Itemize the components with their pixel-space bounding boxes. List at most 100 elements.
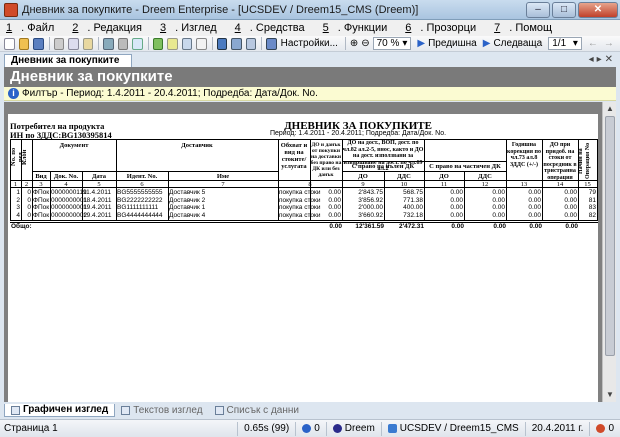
- save-icon[interactable]: [33, 37, 44, 50]
- tab-controls[interactable]: ◂▸✕: [589, 54, 616, 65]
- table-cell: 0.00: [528, 189, 541, 196]
- header-part-dds: ДДС: [478, 173, 492, 180]
- table-cell: BG1111111111: [117, 204, 159, 211]
- graphic-view-icon: [11, 405, 20, 415]
- table-cell: 0.00: [492, 189, 505, 196]
- header-document: Документ: [59, 142, 89, 149]
- zoom-icon[interactable]: ⊕: [350, 38, 358, 49]
- tab-text-view[interactable]: Текстов изглед: [115, 404, 208, 417]
- column-number: 14: [556, 181, 564, 188]
- toolbar-separator: [211, 37, 213, 50]
- table-cell: 0.00: [492, 211, 505, 219]
- prev-page-button[interactable]: Предишна: [428, 38, 477, 49]
- open-icon[interactable]: [18, 37, 30, 50]
- table-cell: 0.00: [450, 196, 463, 204]
- table-cell: 0000000001: [51, 204, 88, 211]
- header-no-dk: ДО и данък от покупки на доставки без пр…: [310, 142, 342, 178]
- scroll-up-icon[interactable]: ▲: [605, 104, 615, 114]
- toolbar-separator: [98, 37, 99, 50]
- refresh-icon[interactable]: [152, 37, 164, 50]
- paste-icon[interactable]: [82, 37, 94, 50]
- filter-text: Филтър - Период: 1.4.2011 - 20.4.2011; П…: [22, 88, 318, 99]
- table-cell: 0.00: [564, 204, 577, 211]
- table-cell: 2: [16, 196, 20, 204]
- table-cell: 0.00: [564, 189, 577, 196]
- table-cell: 0.00: [328, 211, 341, 219]
- table-icon[interactable]: [231, 37, 242, 50]
- tab-data-list[interactable]: Списък с данни: [209, 404, 305, 417]
- back-arrow-icon[interactable]: ←: [588, 38, 598, 49]
- total-cell: Общо:: [11, 223, 32, 230]
- undo-icon[interactable]: [103, 37, 114, 50]
- next-page-button[interactable]: Следваща: [493, 38, 542, 49]
- menu-help[interactable]: 7. Помощ: [494, 22, 561, 34]
- column-number: 5: [97, 181, 101, 188]
- minimize-button[interactable]: –: [526, 1, 550, 18]
- close-button[interactable]: ✕: [578, 1, 618, 18]
- table-cell: 0.00: [328, 196, 341, 204]
- text-view-icon: [121, 406, 131, 415]
- report-viewer[interactable]: Потребител на продукта ИН по ЗДДС:BG1303…: [4, 102, 616, 402]
- window-title: Дневник за покупките - Dreem Enterprise …: [22, 3, 419, 16]
- zoom-out-icon[interactable]: ⊖: [361, 38, 369, 49]
- table-cell: 3'856.92: [358, 196, 383, 204]
- menu-functions[interactable]: 5. Функции: [323, 22, 397, 34]
- total-cell: 0.00: [493, 223, 506, 230]
- toolbar-separator: [48, 37, 50, 50]
- column-number: 12: [481, 181, 489, 188]
- next-page-icon[interactable]: ▶: [483, 38, 491, 49]
- table-cell: 19.4.2011: [83, 204, 112, 211]
- maximize-button[interactable]: □: [552, 1, 576, 18]
- header-date: Дата: [91, 173, 107, 180]
- status-count: 0: [295, 421, 326, 436]
- table-cell: 0000000001: [51, 196, 88, 204]
- header-type: Вид: [35, 173, 47, 180]
- menu-file[interactable]: 1. Файл: [6, 22, 63, 34]
- scroll-thumb[interactable]: [605, 116, 615, 356]
- app-icon: [4, 2, 18, 17]
- menu-tools[interactable]: 4. Средства: [235, 22, 314, 34]
- table-cell: Доставчик 1: [169, 204, 206, 211]
- server-icon: [387, 424, 397, 433]
- header-operation: Начин на Операция No: [578, 142, 591, 180]
- new-icon[interactable]: [4, 37, 15, 50]
- window-titlebar: Дневник за покупките - Dreem Enterprise …: [0, 0, 620, 20]
- settings-icon[interactable]: [266, 37, 277, 50]
- menu-view[interactable]: 3. Изглед: [160, 22, 226, 34]
- column-number: 10: [400, 181, 408, 188]
- filter-icon[interactable]: [167, 37, 178, 50]
- columns-icon[interactable]: [245, 37, 257, 50]
- column-number: 11: [440, 181, 448, 188]
- table-cell: 0000000002: [51, 211, 88, 219]
- page-select[interactable]: 1/1 ▾: [548, 37, 582, 50]
- vertical-scrollbar[interactable]: ▲ ▼: [602, 102, 616, 402]
- cut-icon[interactable]: [53, 37, 65, 50]
- page-icon[interactable]: [196, 37, 207, 50]
- table-cell: Доставчик 4: [169, 211, 206, 219]
- chart-icon[interactable]: [216, 37, 228, 50]
- table-cell: ФПок: [33, 211, 50, 219]
- settings-button[interactable]: Настройки...: [281, 38, 338, 49]
- table-cell: 732.18: [403, 211, 423, 219]
- preview-icon[interactable]: [132, 37, 143, 50]
- page-title: Дневник за покупките: [4, 67, 616, 87]
- report-table: No. по ред Клон Документ Доставчик Обхва…: [10, 139, 598, 249]
- header-ident: Идент. No.: [126, 173, 158, 180]
- prev-page-icon[interactable]: ▶: [417, 38, 425, 49]
- tab-graphic-view[interactable]: Графичен изглед: [4, 404, 116, 417]
- table-cell: 0000000119: [51, 189, 87, 196]
- view-tabs: Графичен изглед Текстов изглед Списък с …: [4, 404, 616, 417]
- table-cell: 3: [16, 204, 20, 211]
- menu-windows[interactable]: 6. Прозорци: [405, 22, 485, 34]
- menu-edit[interactable]: 2. Редакция: [72, 22, 151, 34]
- forward-arrow-icon[interactable]: →: [604, 38, 614, 49]
- find-icon[interactable]: [181, 37, 193, 50]
- scroll-down-icon[interactable]: ▼: [605, 390, 615, 400]
- header-branch: Клон: [21, 149, 28, 165]
- tab-purchase-journal[interactable]: Дневник за покупките: [4, 54, 132, 67]
- total-cell: 0.00: [565, 223, 578, 230]
- zoom-select[interactable]: 70 % ▾: [372, 37, 412, 50]
- column-number: 15: [584, 181, 591, 188]
- print-icon[interactable]: [117, 37, 129, 50]
- copy-icon[interactable]: [68, 37, 79, 50]
